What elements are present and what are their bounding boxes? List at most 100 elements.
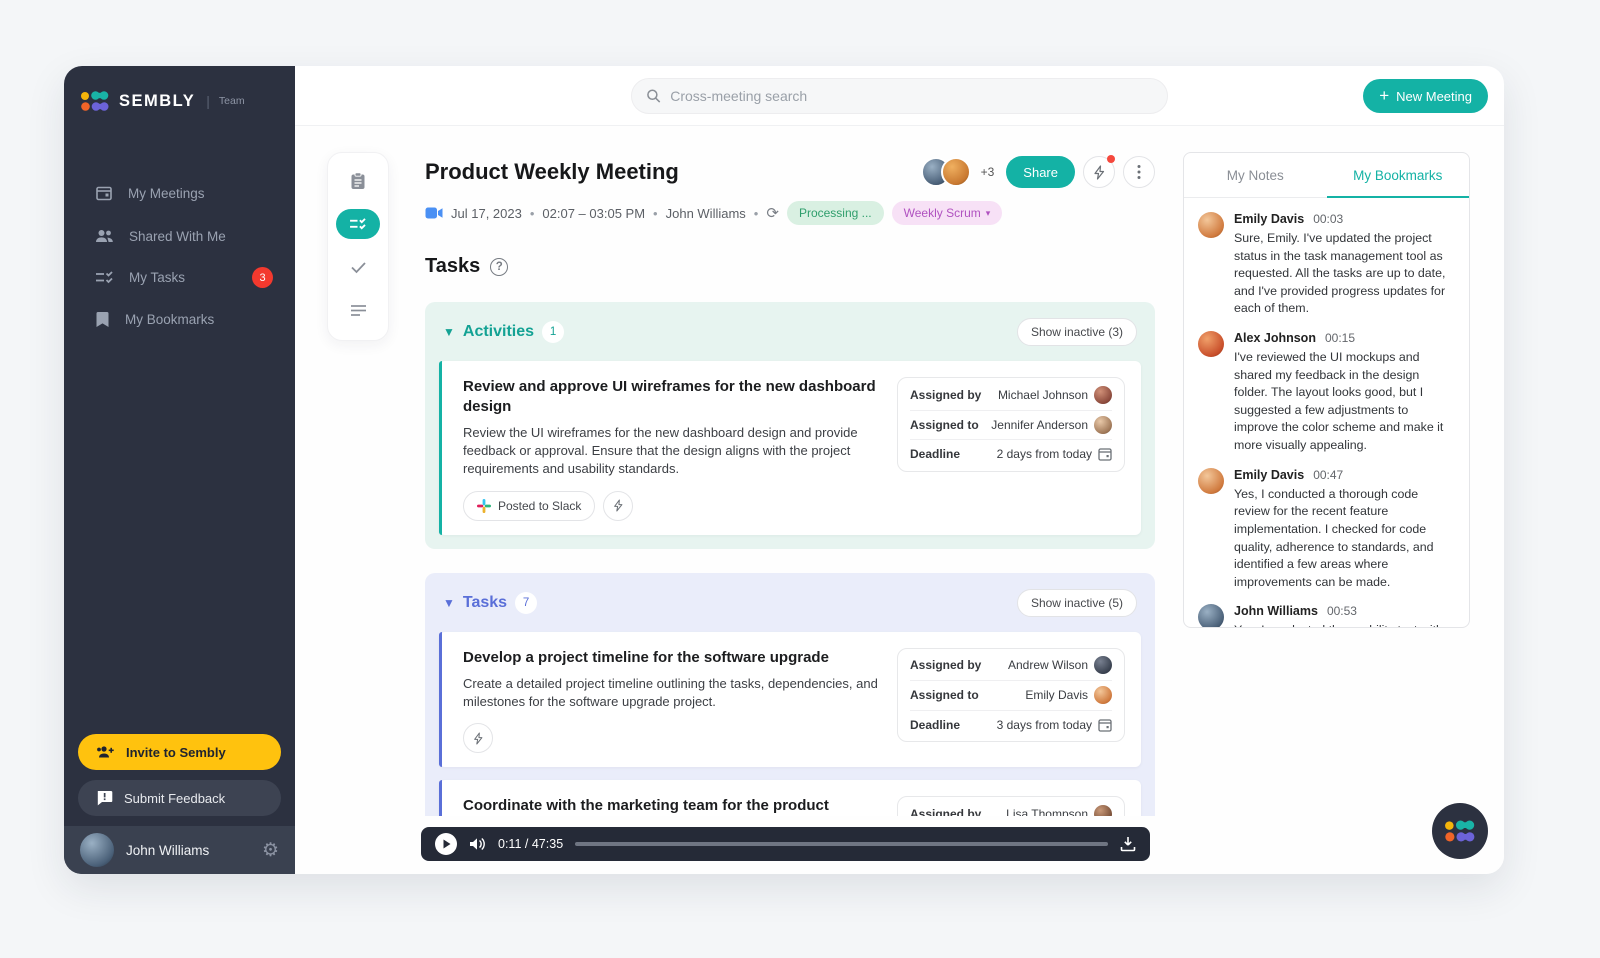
meeting-meta: Jul 17, 2023 • 02:07 – 03:05 PM • John W… — [425, 201, 1155, 225]
show-inactive-activities-button[interactable]: Show inactive (3) — [1017, 318, 1137, 346]
task-list-icon — [95, 270, 114, 285]
section-title: Tasks — [425, 255, 480, 278]
play-icon — [442, 839, 451, 849]
sembly-assistant-button[interactable] — [1432, 803, 1488, 859]
sidebar-item-my-bookmarks[interactable]: My Bookmarks — [64, 301, 295, 338]
clipboard-icon — [350, 172, 366, 190]
tab-my-notes[interactable]: My Notes — [1184, 153, 1327, 197]
bookmark-item[interactable]: Emily Davis 00:03 Sure, Emily. I've upda… — [1198, 212, 1455, 318]
task-card[interactable]: Coordinate with the marketing team for t… — [439, 780, 1141, 816]
note-timestamp[interactable]: 00:53 — [1327, 604, 1357, 618]
submit-feedback-button[interactable]: Submit Feedback — [78, 780, 281, 816]
bookmark-item[interactable]: John Williams 00:53 Yes, I conducted the… — [1198, 604, 1455, 628]
tasks-view-button-active[interactable] — [336, 209, 380, 239]
sembly-logo: SEMBLY | Team — [64, 66, 295, 122]
user-row[interactable]: John Williams ⚙ — [64, 826, 295, 874]
bookmark-item[interactable]: Emily Davis 00:47 Yes, I conducted a tho… — [1198, 468, 1455, 592]
user-name: John Williams — [126, 843, 250, 858]
share-button[interactable]: Share — [1006, 156, 1075, 188]
playback-time: 0:11 / 47:35 — [498, 837, 563, 851]
tasks-section-heading: Tasks ? — [425, 255, 1155, 278]
download-icon[interactable] — [1120, 836, 1136, 852]
activity-card-description: Review the UI wireframes for the new das… — [463, 424, 879, 479]
note-avatar — [1198, 604, 1224, 628]
automation-chip[interactable] — [463, 723, 493, 753]
sidebar-item-shared-with-me[interactable]: Shared With Me — [64, 218, 295, 254]
app-window: SEMBLY | Team My Meetings S — [64, 66, 1504, 874]
show-inactive-tasks-button[interactable]: Show inactive (5) — [1017, 589, 1137, 617]
tab-my-bookmarks[interactable]: My Bookmarks — [1327, 153, 1470, 197]
sidebar-item-label: My Meetings — [128, 186, 205, 201]
summary-view-button[interactable] — [336, 295, 380, 325]
tasks-count-badge: 7 — [515, 592, 537, 614]
invite-label: Invite to Sembly — [126, 745, 226, 760]
note-avatar — [1198, 468, 1224, 494]
cross-meeting-search[interactable] — [631, 78, 1168, 114]
calendar-icon[interactable] — [1098, 718, 1112, 732]
note-author: Emily Davis — [1234, 212, 1304, 226]
note-avatar — [1198, 331, 1224, 357]
assigned-to-value: Emily Davis — [1025, 688, 1088, 702]
note-text: Yes, I conducted the usability test with… — [1234, 622, 1455, 628]
automations-button[interactable] — [1083, 156, 1115, 188]
extra-attendees-count[interactable]: +3 — [981, 165, 995, 179]
current-time: 0:11 — [498, 837, 521, 851]
sidebar-item-my-tasks[interactable]: My Tasks 3 — [64, 260, 295, 295]
card-accent-stripe — [439, 361, 442, 535]
meeting-type-badge[interactable]: Weekly Scrum ▾ — [892, 201, 1003, 225]
sidebar-item-label: Shared With Me — [129, 229, 226, 244]
attendee-avatars[interactable] — [921, 157, 971, 187]
collapse-chevron-icon[interactable]: ▼ — [443, 325, 455, 339]
slack-icon — [477, 499, 491, 513]
calendar-icon[interactable] — [1098, 447, 1112, 461]
play-button[interactable] — [435, 833, 457, 855]
volume-icon[interactable] — [469, 837, 486, 851]
activity-card-meta: Assigned by Michael Johnson Assigned to … — [897, 377, 1125, 472]
activities-title[interactable]: Activities — [463, 323, 534, 341]
notes-view-button[interactable] — [336, 166, 380, 196]
collapse-chevron-icon[interactable]: ▼ — [443, 596, 455, 610]
logo-name: SEMBLY — [119, 92, 195, 111]
new-meeting-button[interactable]: + New Meeting — [1363, 79, 1488, 113]
kebab-menu-icon — [1137, 164, 1141, 180]
note-timestamp[interactable]: 00:03 — [1313, 212, 1343, 226]
check-icon — [350, 261, 367, 274]
calendar-icon — [95, 184, 113, 202]
posted-to-slack-chip[interactable]: Posted to Slack — [463, 491, 595, 521]
more-options-button[interactable] — [1123, 156, 1155, 188]
note-timestamp[interactable]: 00:47 — [1313, 468, 1343, 482]
dot-separator: • — [530, 206, 535, 221]
sidebar-item-my-meetings[interactable]: My Meetings — [64, 174, 295, 212]
assignee-avatar — [1094, 416, 1112, 434]
bookmark-item[interactable]: Alex Johnson 00:15 I've reviewed the UI … — [1198, 331, 1455, 455]
assigned-by-label: Assigned by — [910, 658, 981, 672]
note-timestamp[interactable]: 00:15 — [1325, 331, 1355, 345]
chevron-down-icon: ▾ — [986, 208, 991, 219]
activity-card-title: Review and approve UI wireframes for the… — [463, 377, 879, 416]
assigned-by-value: Andrew Wilson — [1008, 658, 1088, 672]
note-author: Alex Johnson — [1234, 331, 1316, 345]
refresh-icon[interactable]: ⟳ — [766, 204, 779, 222]
settings-gear-icon[interactable]: ⚙ — [262, 841, 279, 860]
meeting-time: 02:07 – 03:05 PM — [542, 206, 645, 221]
activities-panel: ▼ Activities 1 Show inactive (3) Review … — [425, 302, 1155, 549]
content-area: Product Weekly Meeting +3 Share — [295, 126, 1504, 874]
task-card[interactable]: Develop a project timeline for the softw… — [439, 632, 1141, 768]
invite-people-icon — [96, 745, 115, 759]
card-accent-stripe — [439, 632, 442, 768]
sidebar-nav: My Meetings Shared With Me My Ta — [64, 174, 295, 338]
help-icon[interactable]: ? — [490, 258, 508, 276]
sidebar-item-label: My Tasks — [129, 270, 185, 285]
activity-card[interactable]: Review and approve UI wireframes for the… — [439, 361, 1141, 535]
seek-bar[interactable] — [575, 842, 1108, 846]
task-card-title: Coordinate with the marketing team for t… — [463, 796, 879, 816]
tasks-title[interactable]: Tasks — [463, 594, 507, 612]
invite-to-sembly-button[interactable]: Invite to Sembly — [78, 734, 281, 770]
tasks-count-badge: 3 — [252, 267, 273, 288]
search-input[interactable] — [670, 88, 1153, 104]
search-icon — [646, 88, 661, 104]
assignee-avatar — [1094, 686, 1112, 704]
automation-chip[interactable] — [603, 491, 633, 521]
notes-tabs: My Notes My Bookmarks — [1184, 153, 1469, 198]
decisions-view-button[interactable] — [336, 252, 380, 282]
